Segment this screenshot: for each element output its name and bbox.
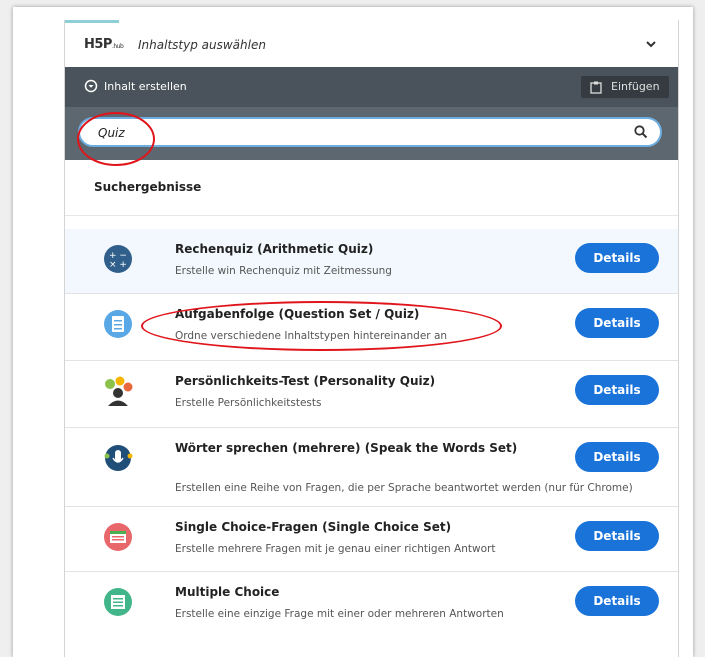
personality-quiz-icon [105,376,133,406]
header-title: Inhaltstyp auswählen [138,38,266,52]
h5p-logo: H5P.hub [84,37,124,52]
item-description: Erstellen eine Reihe von Fragen, die per… [175,482,633,494]
details-button[interactable]: Details [575,375,659,405]
results-list: + − × + Rechenquiz (Arithmetic Quiz) Erst… [65,229,678,642]
item-title: Persönlichkeits-Test (Personality Quiz) [175,374,436,388]
item-title: Multiple Choice [175,585,280,599]
item-title: Rechenquiz (Arithmetic Quiz) [175,242,374,256]
selector-header[interactable]: H5P.hub Inhaltstyp auswählen [65,23,678,68]
speak-words-icon [104,445,133,471]
search-box [78,117,662,147]
search-icon[interactable] [634,125,648,139]
search-annotation-circle [77,112,155,166]
item-title: Wörter sprechen (mehrere) (Speak the Wor… [175,441,518,455]
multiple-choice-icon [104,588,132,616]
toolbar: Inhalt erstellen Einfügen [65,67,678,107]
item-annotation-ellipse [141,301,502,351]
question-set-icon [104,310,132,338]
list-item[interactable]: Multiple Choice Erstelle eine einzige Fr… [65,572,678,642]
paste-button[interactable]: Einfügen [581,76,669,98]
details-button[interactable]: Details [575,308,659,338]
arithmetic-quiz-icon: + −× + [104,245,132,273]
results-header: Suchergebnisse [65,160,678,216]
item-title: Single Choice-Fragen (Single Choice Set) [175,520,452,534]
list-item[interactable]: Single Choice-Fragen (Single Choice Set)… [65,507,678,572]
list-item[interactable]: Wörter sprechen (mehrere) (Speak the Wor… [65,428,678,507]
details-button[interactable]: Details [575,442,659,472]
create-content-tab[interactable]: Inhalt erstellen [104,80,187,93]
svg-text:× +: × + [109,260,127,270]
list-item[interactable]: Persönlichkeits-Test (Personality Quiz) … [65,361,678,428]
details-button[interactable]: Details [575,521,659,551]
results-heading: Suchergebnisse [94,180,202,194]
clipboard-icon [590,81,602,94]
search-bar [65,107,678,160]
list-item[interactable]: + − × + Rechenquiz (Arithmetic Quiz) Erst… [65,229,678,294]
create-content-icon [84,79,98,93]
details-button[interactable]: Details [575,243,659,273]
details-button[interactable]: Details [575,586,659,616]
single-choice-icon [104,523,132,551]
paste-label: Einfügen [611,80,660,93]
chevron-down-icon[interactable] [644,37,658,51]
search-input[interactable] [98,124,598,142]
